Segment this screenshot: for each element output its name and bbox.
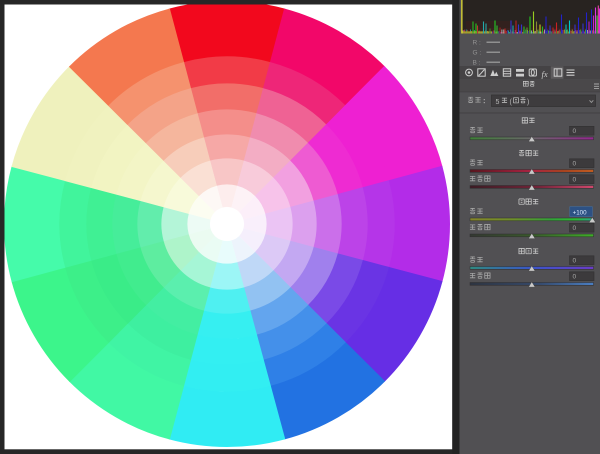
svg-text:0: 0 [573,225,577,232]
svg-text:0: 0 [573,257,577,264]
svg-text:fx: fx [542,69,548,79]
svg-text:5: 5 [496,99,500,106]
svg-text:+100: +100 [573,209,587,216]
svg-text:0: 0 [573,160,577,167]
svg-text:0: 0 [573,176,577,183]
svg-text:G :: G : [473,50,482,57]
svg-text:R :: R : [473,40,482,47]
svg-text:0: 0 [573,128,577,135]
svg-text:B :: B : [473,60,481,67]
svg-text:0: 0 [573,273,577,280]
svg-text:): ) [527,99,529,106]
